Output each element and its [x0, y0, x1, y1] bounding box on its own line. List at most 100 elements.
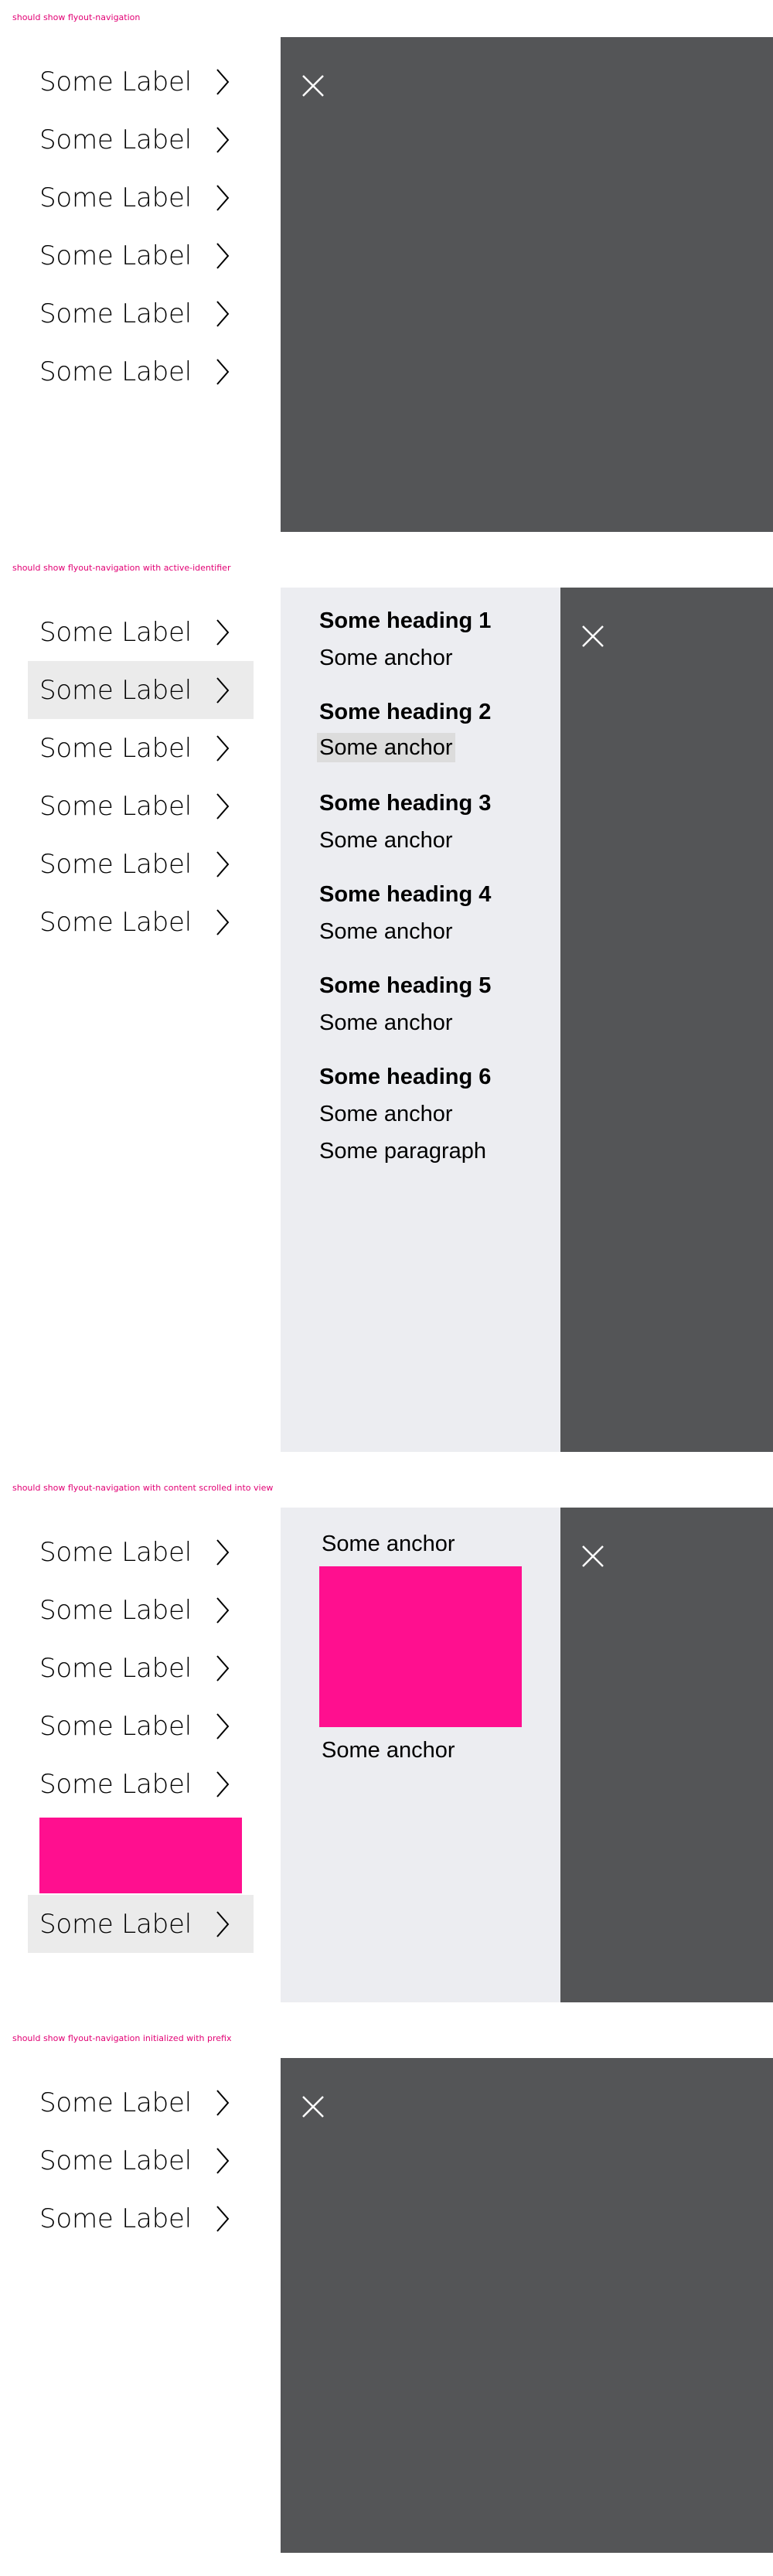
nav-item[interactable]: Some Label [28, 1639, 254, 1697]
nav-item[interactable]: Some Label [28, 111, 254, 169]
nav-list: Some Label Some Label Some Label [28, 2073, 254, 2247]
nav-item-label: Some Label [39, 1710, 192, 1742]
chevron-right-icon [216, 68, 230, 95]
chevron-right-icon [216, 1538, 230, 1566]
content-group: Some heading 3 Some anchor [319, 790, 551, 881]
chevron-right-icon [216, 1596, 230, 1624]
chevron-right-icon [216, 792, 230, 819]
content-anchor[interactable]: Some anchor [317, 643, 455, 673]
nav-item[interactable]: Some Label [28, 53, 254, 111]
content-anchor-active[interactable]: Some anchor [317, 733, 455, 762]
flyout-content-panel: Some heading 1 Some anchor Some heading … [281, 588, 560, 1452]
content-paragraph: Some paragraph [319, 1139, 487, 1164]
nav-item-label: Some Label [39, 732, 192, 764]
content-group: Some heading 2 Some anchor [317, 699, 551, 790]
close-button[interactable] [581, 1544, 605, 1569]
nav-item[interactable]: Some Label [28, 603, 254, 661]
close-button[interactable] [581, 624, 605, 649]
nav-item-label: Some Label [39, 1536, 192, 1568]
test-caption: should show flyout-navigation [12, 12, 141, 22]
content-heading: Some heading 3 [319, 791, 492, 816]
nav-item-active[interactable]: Some Label [28, 661, 254, 719]
chevron-right-icon [216, 908, 230, 935]
close-icon [582, 1545, 604, 1567]
nav-item[interactable]: Some Label [28, 1581, 254, 1639]
content-group: Some heading 6 Some anchor Some paragrap… [319, 1064, 551, 1164]
chevron-right-icon [216, 242, 230, 269]
content-heading: Some heading 2 [319, 700, 492, 724]
placeholder-block [28, 1813, 254, 1895]
section-flyout-basic: should show flyout-navigation Some Label… [0, 0, 773, 550]
content-anchor[interactable]: Some anchor [319, 1736, 458, 1765]
nav-item-label: Some Label [39, 240, 192, 271]
close-icon [582, 625, 604, 647]
nav-list: Some Label Some Label Some Label Some La… [28, 603, 254, 951]
close-button[interactable] [301, 2094, 325, 2119]
nav-item-label: Some Label [39, 298, 192, 329]
nav-item-active[interactable]: Some Label [28, 1895, 254, 1953]
chevron-right-icon [216, 676, 230, 704]
flyout-content-panel: Some anchor Some anchor [281, 1508, 560, 2002]
chevron-right-icon [216, 1910, 230, 1937]
nav-item-label: Some Label [39, 2087, 192, 2118]
nav-item[interactable]: Some Label [28, 342, 254, 400]
chevron-right-icon [216, 300, 230, 327]
nav-item[interactable]: Some Label [28, 1523, 254, 1581]
nav-item-label: Some Label [39, 182, 192, 213]
close-icon [302, 2096, 324, 2118]
content-anchor[interactable]: Some anchor [317, 1099, 455, 1129]
nav-item-label: Some Label [39, 848, 192, 880]
nav-item[interactable]: Some Label [28, 2189, 254, 2247]
chevron-right-icon [216, 850, 230, 877]
nav-item-label: Some Label [39, 616, 192, 648]
nav-item-label: Some Label [39, 1908, 192, 1940]
content-group: Some heading 5 Some anchor [319, 973, 551, 1064]
content-heading: Some heading 4 [319, 882, 492, 907]
nav-item[interactable]: Some Label [28, 227, 254, 285]
content-heading: Some heading 1 [319, 608, 492, 633]
nav-item[interactable]: Some Label [28, 2131, 254, 2189]
content-anchor[interactable]: Some anchor [317, 1008, 455, 1038]
content-anchor[interactable]: Some anchor [317, 917, 455, 946]
nav-item-label: Some Label [39, 790, 192, 822]
nav-item-label: Some Label [39, 906, 192, 938]
chevron-right-icon [216, 2205, 230, 2232]
close-button[interactable] [301, 73, 325, 98]
content-list: Some heading 1 Some anchor Some heading … [317, 608, 551, 1164]
nav-item[interactable]: Some Label [28, 777, 254, 835]
chevron-right-icon [216, 1770, 230, 1797]
content-group: Some heading 4 Some anchor [319, 881, 551, 973]
flyout-panel [281, 2058, 773, 2553]
nav-item[interactable]: Some Label [28, 719, 254, 777]
magenta-block [39, 1818, 242, 1893]
chevron-right-icon [216, 1712, 230, 1739]
section-flyout-scrolled: should show flyout-navigation with conte… [0, 1470, 773, 2021]
chevron-right-icon [216, 618, 230, 646]
test-caption: should show flyout-navigation initialize… [12, 2033, 232, 2043]
nav-item-label: Some Label [39, 1768, 192, 1800]
nav-item[interactable]: Some Label [28, 169, 254, 227]
flyout-panel [281, 37, 773, 532]
content-anchor[interactable]: Some anchor [319, 1529, 458, 1559]
chevron-right-icon [216, 358, 230, 385]
section-flyout-prefix: should show flyout-navigation initialize… [0, 2021, 773, 2576]
magenta-block [319, 1566, 522, 1727]
content-heading: Some heading 5 [319, 973, 492, 998]
chevron-right-icon [216, 184, 230, 211]
nav-item-label: Some Label [39, 1594, 192, 1626]
chevron-right-icon [216, 734, 230, 762]
flyout-panel [560, 1508, 773, 2002]
content-anchor[interactable]: Some anchor [317, 826, 455, 855]
nav-item-label: Some Label [39, 2145, 192, 2176]
nav-item[interactable]: Some Label [28, 1755, 254, 1813]
nav-item-label: Some Label [39, 1652, 192, 1684]
nav-item[interactable]: Some Label [28, 893, 254, 951]
nav-item[interactable]: Some Label [28, 2073, 254, 2131]
section-flyout-active-identifier: should show flyout-navigation with activ… [0, 550, 773, 1470]
nav-item-label: Some Label [39, 2203, 192, 2234]
content-group: Some heading 1 Some anchor [319, 608, 551, 699]
nav-item[interactable]: Some Label [28, 835, 254, 893]
nav-item[interactable]: Some Label [28, 1697, 254, 1755]
nav-item[interactable]: Some Label [28, 285, 254, 342]
test-caption: should show flyout-navigation with activ… [12, 563, 231, 573]
